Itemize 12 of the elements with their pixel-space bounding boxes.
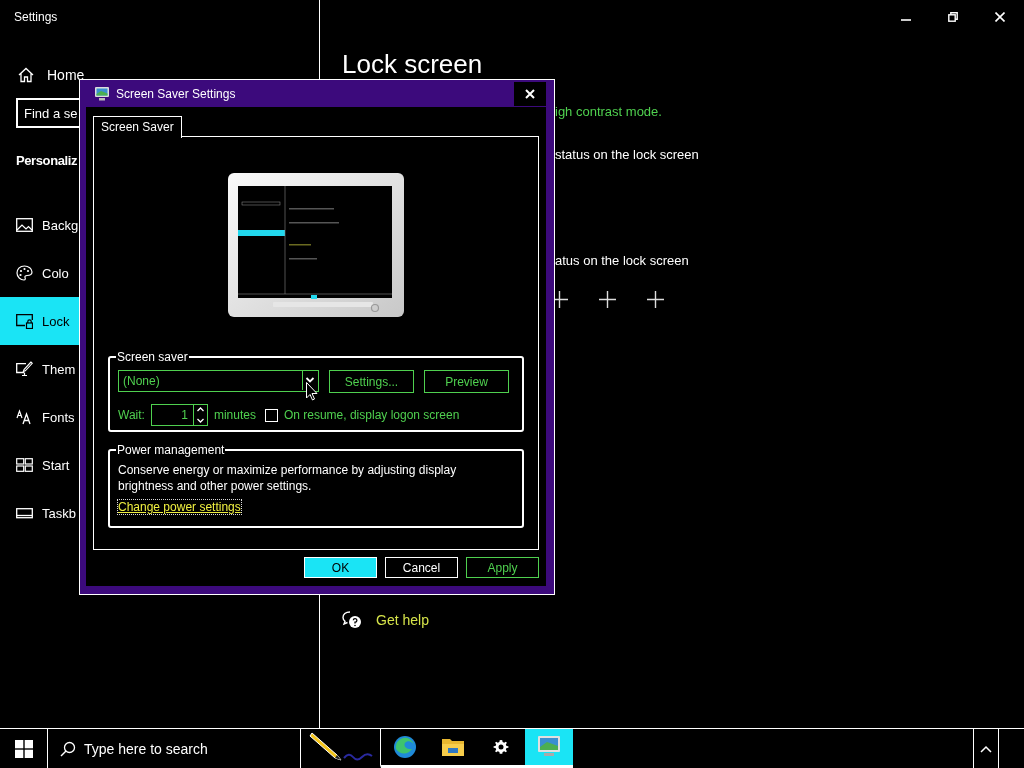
minutes-label: minutes xyxy=(213,408,256,422)
page-title: Lock screen xyxy=(342,50,484,78)
window-title: Settings xyxy=(14,10,59,24)
setting-label: atus on the lock screen xyxy=(555,253,690,269)
group-label: Screen saver xyxy=(116,350,189,364)
setting-label: status on the lock screen xyxy=(555,147,700,163)
group-label: Power management xyxy=(116,443,226,457)
description-text: Conserve energy or maximize performance by adjusting display brightness and other power settings. xyxy=(118,462,458,494)
wait-label: Wait: xyxy=(118,408,145,422)
setting-label: igh contrast mode. xyxy=(555,104,663,120)
dialog-title: Screen Saver Settings xyxy=(116,86,237,101)
section-heading: Personaliz xyxy=(16,152,79,170)
